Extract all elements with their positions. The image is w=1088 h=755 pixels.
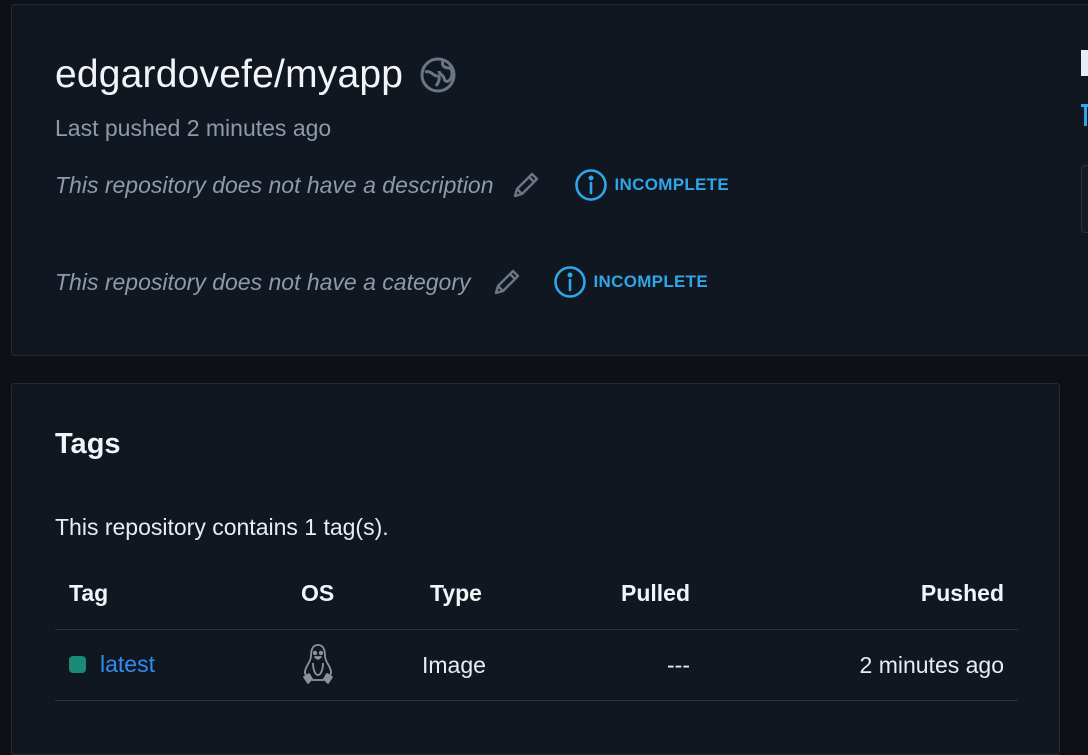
edit-description-pencil-icon[interactable]: [510, 169, 542, 201]
column-header-os: OS: [301, 580, 335, 606]
pulled-cell: ---: [667, 652, 690, 678]
status-badge-label: INCOMPLETE: [614, 175, 729, 194]
column-header-tag: Tag: [69, 580, 109, 606]
tags-table: Tag OS Type Pulled Pushed latest Image -…: [55, 566, 1018, 701]
info-icon: [574, 168, 608, 202]
repository-name: edgardovefe/myapp: [55, 53, 404, 96]
type-cell: Image: [422, 652, 486, 678]
tags-table-header: Tag OS Type Pulled Pushed: [55, 566, 1018, 630]
repository-header-card: edgardovefe/myapp Last pushed 2 minutes …: [11, 4, 1088, 356]
description-placeholder: This repository does not have a descript…: [55, 171, 494, 198]
tag-cell: latest: [69, 651, 155, 678]
pushed-cell: 2 minutes ago: [859, 652, 1004, 678]
status-badge-label: INCOMPLETE: [593, 272, 708, 291]
right-panel-box-fragment: [1081, 165, 1088, 233]
right-panel-link-fragment[interactable]: [1081, 104, 1088, 126]
description-status-badge: INCOMPLETE: [574, 168, 729, 202]
last-pushed-text: Last pushed 2 minutes ago: [55, 115, 332, 141]
category-status-badge: INCOMPLETE: [553, 265, 708, 299]
tags-count-text: This repository contains 1 tag(s).: [55, 514, 389, 540]
linux-icon: [301, 643, 335, 685]
column-header-pulled: Pulled: [620, 580, 690, 606]
tag-status-indicator: [69, 656, 86, 673]
category-placeholder: This repository does not have a category: [55, 268, 471, 295]
edit-category-pencil-icon[interactable]: [491, 266, 523, 298]
column-header-type: Type: [430, 580, 482, 606]
right-panel-heading-fragment: [1081, 50, 1088, 76]
description-row: This repository does not have a descript…: [55, 168, 729, 202]
category-row: This repository does not have a category…: [55, 265, 708, 299]
repository-title-row: edgardovefe/myapp: [55, 53, 457, 97]
tags-card: Tags This repository contains 1 tag(s). …: [11, 383, 1060, 755]
table-row: latest Image --- 2 minutes ago: [55, 630, 1018, 701]
info-icon: [553, 265, 587, 299]
tags-title: Tags: [55, 428, 121, 460]
globe-icon: [419, 56, 457, 94]
tag-link[interactable]: latest: [100, 651, 155, 678]
column-header-pushed: Pushed: [920, 580, 1004, 606]
